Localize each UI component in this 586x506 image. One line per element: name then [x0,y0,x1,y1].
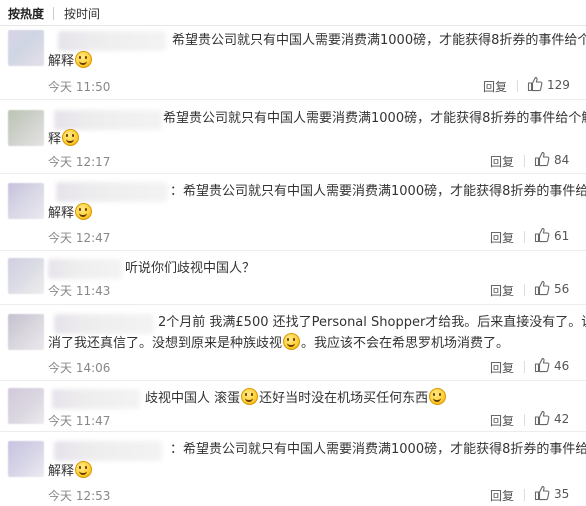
thumbs-up-icon[interactable] [534,151,550,167]
comment-time: 今天 11:50 [48,80,111,94]
comment-text-line: 希望贵公司就只有中国人需要消费满1000磅，才能获得8折券的事件给个 [172,33,586,48]
comment-text-line: 解释 [48,461,93,482]
smile-emoji-icon [241,388,259,405]
username-redacted[interactable] [54,441,162,461]
like-count: 35 [554,487,570,501]
sort-tabs: 按热度 按时间 [0,0,586,26]
comment-text-line: 释 [48,129,80,150]
action-divider [524,414,525,426]
smile-emoji-icon [75,203,93,220]
action-divider [524,231,525,243]
tab-divider [53,7,54,20]
avatar[interactable] [8,314,44,350]
reply-button[interactable]: 回复 [490,487,514,504]
comment-text-line: 解释 [48,51,93,72]
username-redacted[interactable] [54,314,154,334]
username-redacted[interactable] [48,259,122,279]
comment-divider [0,380,586,381]
comment-divider [0,99,586,100]
comment-text-line: 消了我还真信了。没想到原来是种族歧视 。我应该不会在希思罗机场消费了。 [48,333,509,354]
reply-button[interactable]: 回复 [490,229,514,246]
comment-text-line: ：希望贵公司就只有中国人需要消费满1000磅，才能获得8折券的事件给个 [170,442,586,457]
username-redacted[interactable] [52,389,140,409]
like-count: 61 [554,229,570,243]
reply-button[interactable]: 回复 [490,412,514,429]
like-count: 84 [554,153,570,167]
reply-button[interactable]: 回复 [490,359,514,376]
avatar[interactable] [8,110,44,146]
reply-button[interactable]: 回复 [490,282,514,299]
smile-emoji-icon [75,51,93,68]
action-divider [517,80,518,92]
comment-divider [0,173,586,174]
action-divider [524,155,525,167]
avatar[interactable] [8,183,44,219]
smile-emoji-icon [62,129,80,146]
comment-text-line: 歧视中国人 滚蛋 还好当时没在机场买任何东西 [145,388,447,409]
comment-text-line: ：希望贵公司就只有中国人需要消费满1000磅，才能获得8折券的事件给个 [170,184,586,199]
tab-sort-by-hot[interactable]: 按热度 [8,5,44,22]
tabs-underline [0,25,586,26]
comment-text-line: 解释 [48,203,93,224]
like-count: 129 [547,78,570,92]
action-divider [524,489,525,501]
avatar[interactable] [8,441,44,477]
action-divider [524,361,525,373]
comment-text-line: 希望贵公司就只有中国人需要消费满1000磅，才能获得8折券的事件给个解 [163,111,586,126]
comment-divider [0,431,586,432]
comment-divider [0,304,586,305]
avatar[interactable] [8,388,44,424]
thumbs-up-icon[interactable] [534,227,550,243]
smile-emoji-icon [283,333,301,350]
comment-time: 今天 12:47 [48,231,111,245]
reply-button[interactable]: 回复 [490,153,514,170]
smile-emoji-icon [429,388,447,405]
username-redacted[interactable] [54,110,162,130]
thumbs-up-icon[interactable] [534,357,550,373]
username-redacted[interactable] [58,31,166,51]
thumbs-up-icon[interactable] [527,76,543,92]
action-divider [524,284,525,296]
like-count: 46 [554,359,570,373]
comment-time: 今天 11:43 [48,284,111,298]
like-count: 42 [554,412,570,426]
thumbs-up-icon[interactable] [534,280,550,296]
username-redacted[interactable] [56,182,168,202]
comment-text-line: 2个月前 我满£500 还找了Personal Shopper才给我。后来直接没… [158,315,586,330]
comment-time: 今天 11:47 [48,414,111,428]
avatar[interactable] [8,258,44,294]
thumbs-up-icon[interactable] [534,410,550,426]
tab-sort-by-time[interactable]: 按时间 [64,5,100,22]
like-count: 56 [554,282,570,296]
comment-text-line: 听说你们歧视中国人？ [125,261,256,276]
thumbs-up-icon[interactable] [534,485,550,501]
avatar[interactable] [8,30,44,66]
smile-emoji-icon [75,461,93,478]
reply-button[interactable]: 回复 [483,78,507,95]
comment-time: 今天 12:53 [48,489,111,503]
comment-divider [0,250,586,251]
comment-time: 今天 14:06 [48,361,111,375]
comment-time: 今天 12:17 [48,155,111,169]
